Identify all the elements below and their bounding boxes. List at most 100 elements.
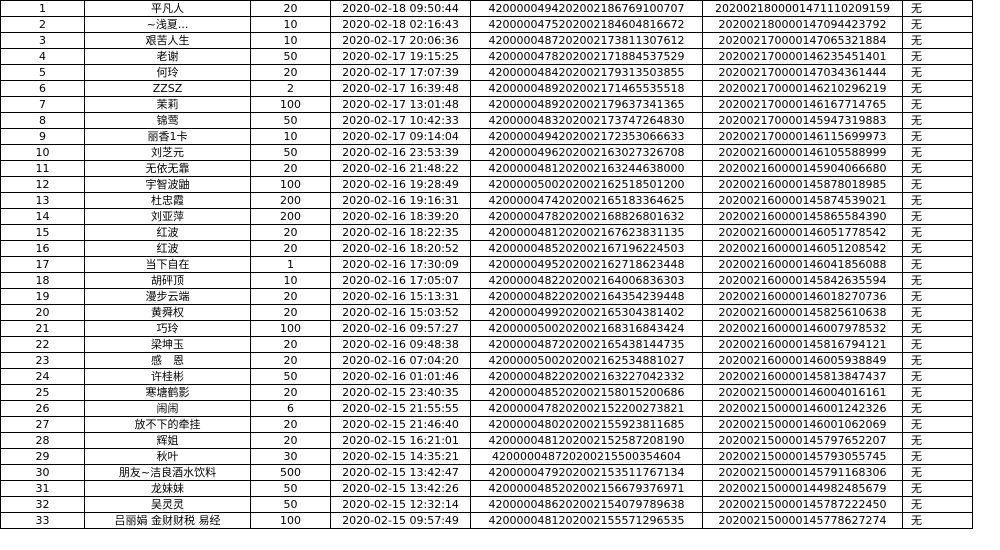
transaction-id-cell: 4200000478202002152200273821 [470, 400, 703, 417]
datetime-cell: 2020-02-18 02:16:43 [330, 16, 471, 33]
datetime-cell: 2020-02-15 12:32:14 [330, 496, 471, 513]
order-id-cell: 202002150000144982485679 [702, 480, 903, 497]
remark-cell: 无 [902, 336, 973, 353]
datetime-cell: 2020-02-15 13:42:47 [330, 464, 471, 481]
row-number-cell: 22 [0, 336, 85, 353]
row-number-cell: 25 [0, 384, 85, 401]
row-number-cell: 20 [0, 304, 85, 321]
donor-name-cell: 感 恩 [84, 352, 251, 369]
order-id-cell: 202002160000145865584390 [702, 208, 903, 225]
transaction-id-cell: 4200000496202002163027326708 [470, 144, 703, 161]
table-row: 15 红波 20 2020-02-16 18:22:35 420000048120200… [0, 224, 973, 241]
remark-cell: 无 [902, 416, 973, 433]
table-row: 13 杜忠霞 200 2020-02-16 19:16:31 4200000474202… [0, 192, 973, 209]
remark-cell: 无 [902, 96, 973, 113]
remark-cell: 无 [902, 128, 973, 145]
datetime-cell: 2020-02-16 01:01:46 [330, 368, 471, 385]
row-number-cell: 2 [0, 16, 85, 33]
transaction-id-cell: 4200000485202002167196224503 [470, 240, 703, 257]
remark-cell: 无 [902, 32, 973, 49]
amount-cell: 50 [250, 144, 331, 161]
order-id-cell: 202002170000146167714765 [702, 96, 903, 113]
table-row: 22 梁坤玉 20 2020-02-16 09:48:38 42000004872020… [0, 336, 973, 353]
table-row: 29 秋叶 30 2020-02-15 14:35:21 420000048720200… [0, 448, 973, 465]
remark-cell: 无 [902, 496, 973, 513]
remark-cell: 无 [902, 512, 973, 529]
donor-name-cell: 红波 [84, 224, 251, 241]
donor-name-cell: 朋友~洁良酒水饮料 [84, 464, 251, 481]
donor-name-cell: 宇智波鼬 [84, 176, 251, 193]
remark-cell: 无 [902, 192, 973, 209]
amount-cell: 100 [250, 320, 331, 337]
table-row: 12 宇智波鼬 100 2020-02-16 19:28:49 420000050020… [0, 176, 973, 193]
datetime-cell: 2020-02-17 16:39:48 [330, 80, 471, 97]
datetime-cell: 2020-02-16 21:48:22 [330, 160, 471, 177]
remark-cell: 无 [902, 64, 973, 81]
row-number-cell: 1 [0, 0, 85, 17]
table-row: 9 丽香1卡 10 2020-02-17 09:14:04 42000004942020… [0, 128, 973, 145]
remark-cell: 无 [902, 208, 973, 225]
row-number-cell: 18 [0, 272, 85, 289]
datetime-cell: 2020-02-16 19:16:31 [330, 192, 471, 209]
donor-name-cell: 丽香1卡 [84, 128, 251, 145]
table-row: 5 何玲 20 2020-02-17 17:07:39 4200000484202002… [0, 64, 973, 81]
order-id-cell: 202002160000145816794121 [702, 336, 903, 353]
order-id-cell: 202002170000146235451401 [702, 48, 903, 65]
amount-cell: 50 [250, 368, 331, 385]
table-row: 16 红波 20 2020-02-16 18:20:52 420000048520200… [0, 240, 973, 257]
transaction-id-cell: 4200000481202002167623831135 [470, 224, 703, 241]
row-number-cell: 33 [0, 512, 85, 529]
donor-name-cell: 平凡人 [84, 0, 251, 17]
amount-cell: 50 [250, 480, 331, 497]
order-id-cell: 202002160000145904066680 [702, 160, 903, 177]
transaction-id-cell: 420000048720200215500354604 [470, 448, 703, 465]
row-number-cell: 23 [0, 352, 85, 369]
row-number-cell: 11 [0, 160, 85, 177]
table-row: 25 寒塘鹤影 20 2020-02-15 23:40:35 4200000485202… [0, 384, 973, 401]
transaction-id-cell: 4200000479202002153511767134 [470, 464, 703, 481]
table-row: 18 胡砰顶 10 2020-02-16 17:05:07 42000004822020… [0, 272, 973, 289]
amount-cell: 2 [250, 80, 331, 97]
donor-name-cell: 许桂彬 [84, 368, 251, 385]
remark-cell: 无 [902, 144, 973, 161]
transaction-id-cell: 4200000485202002156679376971 [470, 480, 703, 497]
row-number-cell: 24 [0, 368, 85, 385]
remark-cell: 无 [902, 400, 973, 417]
transaction-id-cell: 4200000500202002168316843424 [470, 320, 703, 337]
row-number-cell: 32 [0, 496, 85, 513]
order-id-cell: 202002160000145842635594 [702, 272, 903, 289]
order-id-cell: 202002150000146001242326 [702, 400, 903, 417]
amount-cell: 20 [250, 288, 331, 305]
donor-name-cell: 锦莺 [84, 112, 251, 129]
datetime-cell: 2020-02-16 17:05:07 [330, 272, 471, 289]
donor-name-cell: 艰苦人生 [84, 32, 251, 49]
remark-cell: 无 [902, 288, 973, 305]
donor-name-cell: 茉莉 [84, 96, 251, 113]
table-row: 21 巧玲 100 2020-02-16 09:57:27 42000005002020… [0, 320, 973, 337]
row-number-cell: 26 [0, 400, 85, 417]
transaction-id-cell: 4200000474202002165183364625 [470, 192, 703, 209]
table-row: 20 黄舜权 20 2020-02-16 15:03:52 42000004992020… [0, 304, 973, 321]
donor-name-cell: 寒塘鹤影 [84, 384, 251, 401]
order-id-cell: 202002160000145874539021 [702, 192, 903, 209]
table-row: 6 ZZSZ 2 2020-02-17 16:39:48 420000048920200… [0, 80, 973, 97]
remark-cell: 无 [902, 256, 973, 273]
order-id-cell: 202002180000147094423792 [702, 16, 903, 33]
transaction-id-cell: 4200000486202002154079789638 [470, 496, 703, 513]
datetime-cell: 2020-02-17 13:01:48 [330, 96, 471, 113]
remark-cell: 无 [902, 240, 973, 257]
row-number-cell: 28 [0, 432, 85, 449]
table-row: 10 刘芝元 50 2020-02-16 23:53:39 42000004962020… [0, 144, 973, 161]
row-number-cell: 7 [0, 96, 85, 113]
row-number-cell: 21 [0, 320, 85, 337]
remark-cell: 无 [902, 304, 973, 321]
transaction-id-cell: 4200000480202002155923811685 [470, 416, 703, 433]
amount-cell: 20 [250, 0, 331, 17]
datetime-cell: 2020-02-17 09:14:04 [330, 128, 471, 145]
donor-name-cell: 老谢 [84, 48, 251, 65]
donor-name-cell: 红波 [84, 240, 251, 257]
row-number-cell: 3 [0, 32, 85, 49]
transaction-id-cell: 4200000475202002184604816672 [470, 16, 703, 33]
order-id-cell: 202002170000147065321884 [702, 32, 903, 49]
table-row: 17 当下自在 1 2020-02-16 17:30:09 42000004952020… [0, 256, 973, 273]
